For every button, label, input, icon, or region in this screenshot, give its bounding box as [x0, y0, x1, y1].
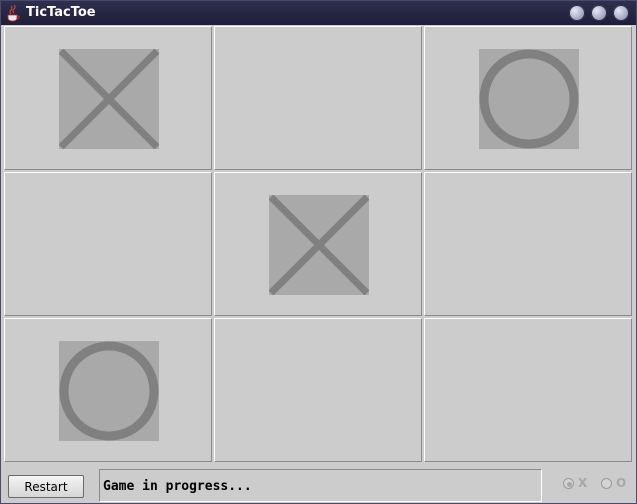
radio-selected-dot [567, 482, 572, 487]
board-cell[interactable] [424, 318, 632, 462]
maximize-icon[interactable] [591, 5, 607, 21]
radio-button-icon [563, 478, 574, 489]
x-mark-icon [269, 195, 369, 295]
game-board [4, 26, 634, 464]
minimize-icon[interactable] [569, 5, 585, 21]
board-cell[interactable] [214, 318, 422, 462]
board-cell[interactable] [4, 172, 212, 316]
board-cell[interactable] [424, 172, 632, 316]
board-cell[interactable] [214, 26, 422, 170]
title-bar[interactable]: TicTacToe [1, 1, 636, 25]
board-cell[interactable] [424, 26, 632, 170]
o-mark-icon [479, 49, 579, 149]
board-cell[interactable] [214, 172, 422, 316]
restart-button[interactable]: Restart [8, 475, 84, 498]
close-icon[interactable] [613, 5, 629, 21]
radio-label-o: O [616, 476, 627, 490]
status-text: Game in progress... [103, 479, 252, 494]
java-cup-icon [7, 4, 20, 22]
o-mark-icon [59, 341, 159, 441]
board-cell[interactable] [4, 26, 212, 170]
x-mark-icon [59, 49, 159, 149]
status-bar: Restart Game in progress... X O [1, 466, 636, 503]
board-cell[interactable] [4, 318, 212, 462]
radio-label-x: X [578, 476, 588, 490]
radio-button-icon [601, 478, 612, 489]
app-window: TicTacToe Restart Game in progress... X … [0, 0, 637, 504]
window-title: TicTacToe [26, 5, 96, 20]
status-field: Game in progress... [99, 469, 542, 502]
